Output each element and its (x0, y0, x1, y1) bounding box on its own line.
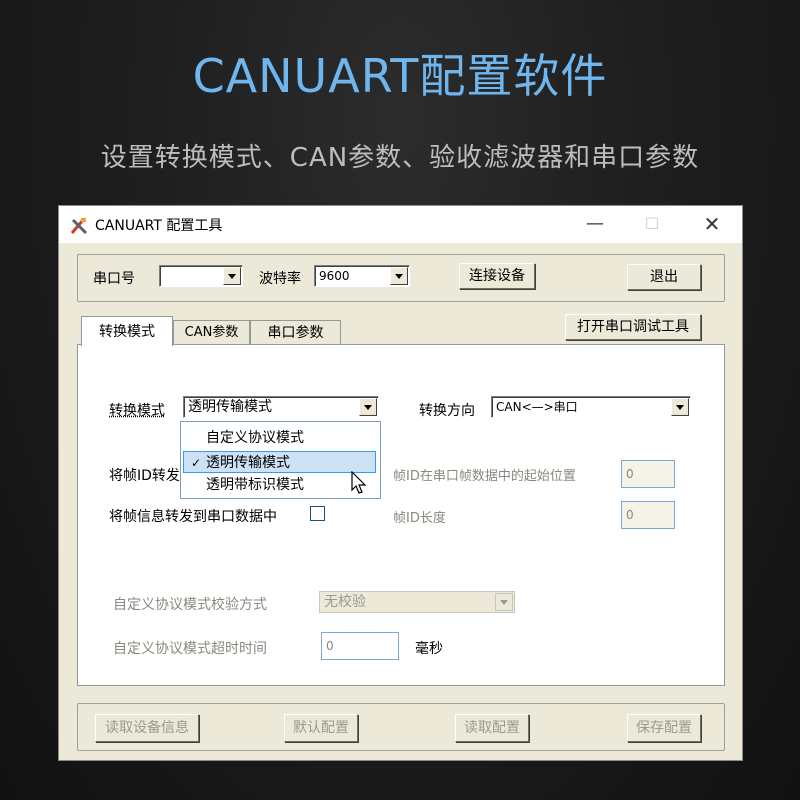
direction-select[interactable]: CAN<—>串口 (491, 396, 691, 418)
port-select[interactable] (159, 265, 243, 287)
frame-id-label: 将帧ID转发 (109, 468, 180, 484)
chevron-down-icon[interactable] (495, 593, 513, 611)
baud-value: 9600 (319, 269, 350, 283)
window-title: CANUART 配置工具 (95, 218, 223, 234)
hero-subtitle: 设置转换模式、CAN参数、验收滤波器和串口参数 (100, 143, 700, 173)
frame-info-checkbox[interactable] (310, 506, 325, 521)
mouse-pointer-icon (351, 471, 367, 494)
chevron-down-icon[interactable] (359, 398, 377, 416)
open-debug-tool-button[interactable]: 打开串口调试工具 (565, 314, 701, 340)
id-length-field[interactable]: 0 (621, 501, 675, 529)
app-window: CANUART 配置工具 — ☐ ✕ 串口号 波特率 9600 连接设备 退出 … (58, 205, 743, 761)
timeout-field[interactable]: 0 (321, 632, 399, 660)
id-length-label: 帧ID长度 (393, 511, 446, 526)
tools-icon (70, 218, 88, 235)
mode-value: 透明传输模式 (188, 399, 272, 415)
timeout-label: 自定义协议模式超时时间 (113, 641, 267, 657)
mode-option-custom[interactable]: 自定义协议模式 (181, 427, 380, 449)
close-button[interactable]: ✕ (689, 210, 735, 238)
hero-title: CANUART配置软件 (192, 49, 608, 103)
port-label: 串口号 (93, 271, 135, 287)
mode-label: 转换模式 (109, 403, 165, 419)
mode-option-transparent-label: 透明传输模式 (206, 455, 290, 471)
checkmark-icon: ✓ (191, 456, 202, 470)
mode-option-transparent[interactable]: ✓ 透明传输模式 (183, 451, 376, 473)
chevron-down-icon[interactable] (671, 398, 689, 416)
connect-button[interactable]: 连接设备 (459, 263, 535, 289)
default-config-button[interactable]: 默认配置 (284, 714, 358, 742)
read-device-info-button[interactable]: 读取设备信息 (95, 714, 199, 742)
direction-value: CAN<—>串口 (496, 400, 578, 414)
chevron-down-icon[interactable] (390, 267, 408, 285)
checksum-select[interactable]: 无校验 (319, 591, 515, 613)
baud-label: 波特率 (259, 271, 301, 287)
read-config-button[interactable]: 读取配置 (455, 714, 529, 742)
tab-can[interactable]: CAN参数 (173, 320, 250, 346)
chevron-down-icon[interactable] (223, 267, 241, 285)
mode-select[interactable]: 透明传输模式 (183, 396, 379, 418)
checksum-value: 无校验 (324, 594, 366, 610)
direction-label: 转换方向 (419, 403, 475, 419)
frame-info-label: 将帧信息转发到串口数据中 (109, 509, 277, 525)
id-start-label: 帧ID在串口帧数据中的起始位置 (393, 469, 576, 484)
minimize-button[interactable]: — (572, 210, 618, 238)
exit-button[interactable]: 退出 (627, 264, 701, 290)
save-config-button[interactable]: 保存配置 (627, 714, 701, 742)
title-bar: CANUART 配置工具 — ☐ ✕ (59, 206, 742, 243)
tab-mode[interactable]: 转换模式 (81, 316, 173, 346)
baud-select[interactable]: 9600 (314, 265, 410, 287)
id-start-field[interactable]: 0 (621, 460, 675, 488)
checksum-label: 自定义协议模式校验方式 (113, 597, 267, 613)
tab-serial[interactable]: 串口参数 (250, 320, 341, 346)
maximize-button[interactable]: ☐ (629, 210, 675, 238)
timeout-unit: 毫秒 (415, 641, 443, 657)
